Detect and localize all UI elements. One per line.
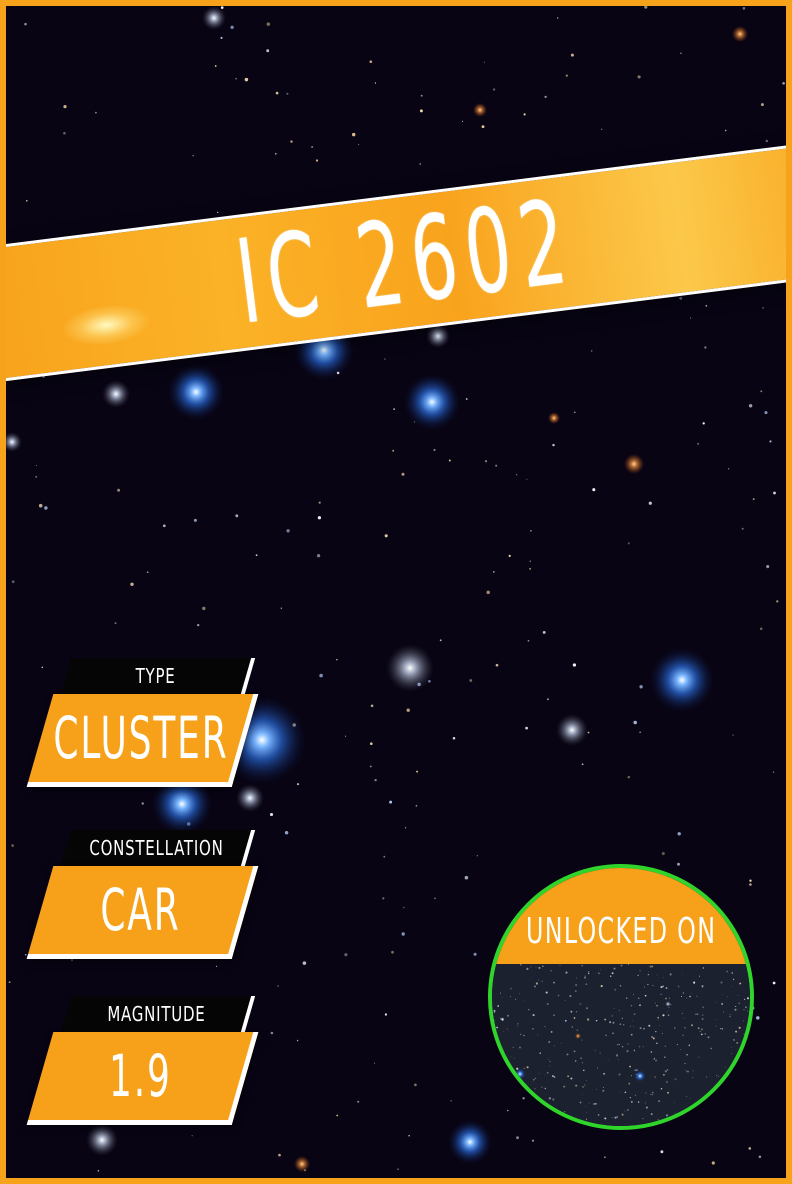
magnitude-value-box: 1.9 xyxy=(26,1032,259,1125)
type-label-box: TYPE xyxy=(60,658,256,694)
card-frame: IC 2602 TYPE CLUSTER CONSTELLATION CAR M… xyxy=(0,0,792,1184)
constellation-value-box: CAR xyxy=(26,866,259,959)
unlocked-badge[interactable]: UNLOCKED ON xyxy=(488,864,754,1130)
constellation-value: CAR xyxy=(100,876,181,944)
constellation-label: CONSTELLATION xyxy=(88,836,224,860)
type-value: CLUSTER xyxy=(53,704,229,772)
unlocked-label: UNLOCKED ON xyxy=(525,911,717,952)
sun-glare xyxy=(59,299,154,351)
unlocked-header: UNLOCKED ON xyxy=(492,868,750,964)
unlocked-sky-thumbnail xyxy=(492,964,750,1126)
magnitude-label-box: MAGNITUDE xyxy=(60,996,256,1032)
magnitude-value: 1.9 xyxy=(109,1042,173,1110)
type-value-box: CLUSTER xyxy=(26,694,259,787)
magnitude-label: MAGNITUDE xyxy=(106,1002,206,1026)
constellation-label-box: CONSTELLATION xyxy=(60,830,256,866)
type-label: TYPE xyxy=(136,664,176,688)
